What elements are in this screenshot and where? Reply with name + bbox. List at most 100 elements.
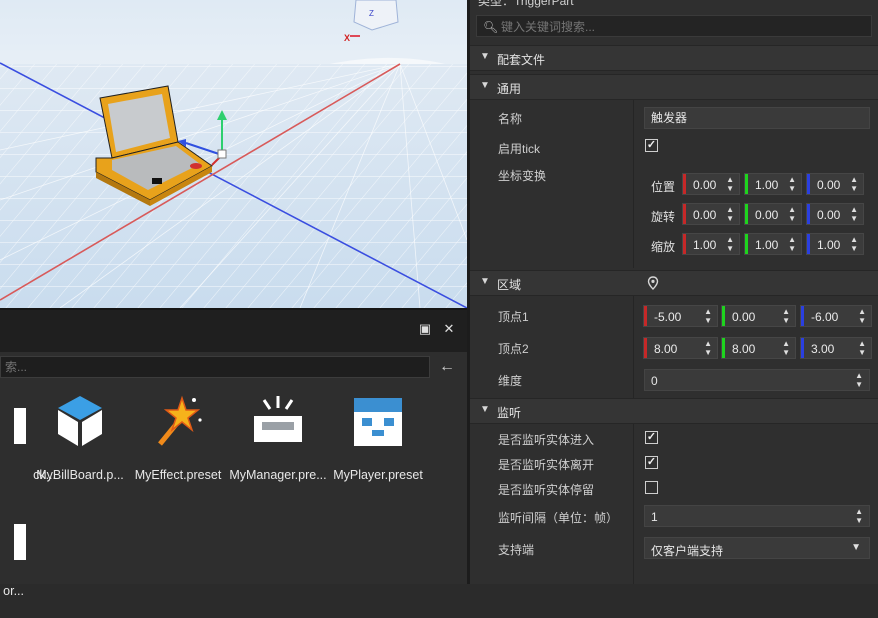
vertex2-y-field[interactable]: 8.00 ▲ ▼ <box>721 337 796 359</box>
rotation-y-field[interactable]: 0.00 ▲ ▼ <box>744 203 802 225</box>
spinner-icon[interactable]: ▲ ▼ <box>788 175 796 193</box>
position-z-field[interactable]: 0.00 ▲ ▼ <box>806 173 864 195</box>
section-general[interactable]: ▼ 通用 <box>470 74 878 100</box>
magic-wand-icon <box>158 395 202 446</box>
spinner-icon[interactable]: ▲ ▼ <box>855 371 863 389</box>
listen-interval-value: 1 <box>651 510 658 524</box>
position-x-field[interactable]: 0.00 ▲ ▼ <box>682 173 740 195</box>
scale-x-field[interactable]: 1.00 ▲ ▼ <box>682 233 740 255</box>
scale-y-field[interactable]: 1.00 ▲ ▼ <box>744 233 802 255</box>
name-field[interactable]: 触发器 <box>644 107 870 129</box>
spinner-icon[interactable]: ▲ ▼ <box>850 235 858 253</box>
dimension-spinbox[interactable]: 0 ▲ ▼ <box>644 369 870 391</box>
column-divider <box>633 100 634 268</box>
scene-viewport[interactable]: Z X <box>0 0 467 308</box>
maximize-icon[interactable]: ▣ <box>418 322 432 336</box>
support-side-dropdown[interactable]: 仅客户端支持 ▼ <box>644 537 870 559</box>
vertex1-y-field[interactable]: 0.00 ▲ ▼ <box>721 305 796 327</box>
spinner-icon[interactable]: ▲ ▼ <box>855 507 863 525</box>
spinner-icon[interactable]: ▲ ▼ <box>704 307 712 325</box>
resource-panel: ▣ ✕ ← ck... MyBillBoard.p... MyEffect.pr… <box>0 308 467 598</box>
support-side-label: 支持端 <box>498 543 535 557</box>
vertex1-x-field[interactable]: -5.00 ▲ ▼ <box>643 305 718 327</box>
spinner-icon[interactable]: ▲ ▼ <box>858 307 866 325</box>
scale-label: 缩放 <box>651 240 676 254</box>
rotation-label: 旋转 <box>651 210 676 224</box>
spinner-icon[interactable]: ▲ ▼ <box>788 235 796 253</box>
partial-asset-icon <box>14 524 26 560</box>
scale-y-value: 1.00 <box>755 238 779 252</box>
resource-search-input[interactable] <box>0 356 430 378</box>
search-icon: 🔍︎ <box>483 20 499 34</box>
view-cube-x-label: X <box>344 33 350 43</box>
property-search-box[interactable]: 🔍︎ <box>476 15 872 38</box>
section-title: 通用 <box>497 82 522 96</box>
position-y-field[interactable]: 1.00 ▲ ▼ <box>744 173 802 195</box>
scale-z-field[interactable]: 1.00 ▲ ▼ <box>806 233 864 255</box>
position-y-value: 1.00 <box>755 178 779 192</box>
vertex2-x-field[interactable]: 8.00 ▲ ▼ <box>643 337 718 359</box>
property-search-input[interactable] <box>499 16 863 38</box>
vertex2-y-value: 8.00 <box>732 342 756 356</box>
collapse-arrow-icon: ▼ <box>480 404 490 415</box>
location-pin-icon[interactable] <box>647 276 659 290</box>
spinner-icon[interactable]: ▲ ▼ <box>704 339 712 357</box>
spinner-icon[interactable]: ▲ ▼ <box>788 205 796 223</box>
listen-leave-checkbox[interactable]: ✓ <box>645 456 658 469</box>
vertex1-label: 顶点1 <box>498 310 529 324</box>
rotation-x-field[interactable]: 0.00 ▲ ▼ <box>682 203 740 225</box>
collapse-arrow-icon: ▼ <box>480 276 490 287</box>
spinner-icon[interactable]: ▲ ▼ <box>850 175 858 193</box>
support-side-value: 仅客户端支持 <box>651 544 724 558</box>
section-title: 监听 <box>497 406 522 420</box>
listen-interval-label: 监听间隔（单位：帧） <box>498 511 619 525</box>
rotation-y-value: 0.00 <box>755 208 779 222</box>
column-divider <box>633 296 634 398</box>
manager-tray-icon <box>254 396 302 442</box>
section-config-file[interactable]: ▼ 配套文件 <box>470 45 878 71</box>
section-title: 区域 <box>497 278 522 292</box>
listen-interval-spinbox[interactable]: 1 ▲ ▼ <box>644 505 870 527</box>
vertex2-x-value: 8.00 <box>654 342 678 356</box>
spinner-icon[interactable]: ▲ ▼ <box>726 235 734 253</box>
section-listen[interactable]: ▼ 监听 <box>470 398 878 424</box>
vertex2-label: 顶点2 <box>498 342 529 356</box>
listen-leave-label: 是否监听实体离开 <box>498 458 595 472</box>
listen-stay-label: 是否监听实体停留 <box>498 483 595 497</box>
asset-item[interactable]: MyBillBoard.p... <box>30 392 130 502</box>
spinner-icon[interactable]: ▲ ▼ <box>850 205 858 223</box>
collapse-arrow-icon: ▼ <box>480 80 490 91</box>
close-icon[interactable]: ✕ <box>442 322 456 336</box>
asset-item[interactable]: MyManager.pre... <box>228 392 328 502</box>
player-face-icon <box>354 398 402 446</box>
rotation-z-field[interactable]: 0.00 ▲ ▼ <box>806 203 864 225</box>
section-area[interactable]: ▼ 区域 <box>470 270 878 296</box>
properties-panel: 类型：TriggerPart 🔍︎ ▼ 配套文件 ▼ 通用 名称 触发器 启用t… <box>470 0 878 584</box>
spinner-icon[interactable]: ▲ ▼ <box>782 307 790 325</box>
enable-tick-checkbox[interactable]: ✓ <box>645 139 658 152</box>
asset-item[interactable]: or... <box>0 508 50 618</box>
vertex1-z-field[interactable]: -6.00 ▲ ▼ <box>800 305 872 327</box>
vertex2-z-value: 3.00 <box>811 342 835 356</box>
vertex2-z-field[interactable]: 3.00 ▲ ▼ <box>800 337 872 359</box>
resource-search-field[interactable] <box>1 357 429 377</box>
asset-item[interactable]: MyPlayer.preset <box>328 392 428 502</box>
chevron-down-icon: ▼ <box>851 542 861 553</box>
listen-enter-label: 是否监听实体进入 <box>498 433 595 447</box>
scale-z-value: 1.00 <box>817 238 841 252</box>
listen-enter-checkbox[interactable]: ✓ <box>645 431 658 444</box>
scale-x-value: 1.00 <box>693 238 717 252</box>
spinner-icon[interactable]: ▲ ▼ <box>726 205 734 223</box>
listen-stay-checkbox[interactable] <box>645 481 658 494</box>
spinner-icon[interactable]: ▲ ▼ <box>858 339 866 357</box>
partial-asset-icon <box>14 408 26 444</box>
back-arrow-icon[interactable]: ← <box>437 358 457 378</box>
view-cube-z-label: Z <box>369 9 374 18</box>
scene-render: Z X <box>0 0 467 308</box>
rotation-x-value: 0.00 <box>693 208 717 222</box>
asset-item[interactable]: MyEffect.preset <box>128 392 228 502</box>
spinner-icon[interactable]: ▲ ▼ <box>782 339 790 357</box>
position-label: 位置 <box>651 180 676 194</box>
spinner-icon[interactable]: ▲ ▼ <box>726 175 734 193</box>
asset-label: MyPlayer.preset <box>333 468 423 482</box>
